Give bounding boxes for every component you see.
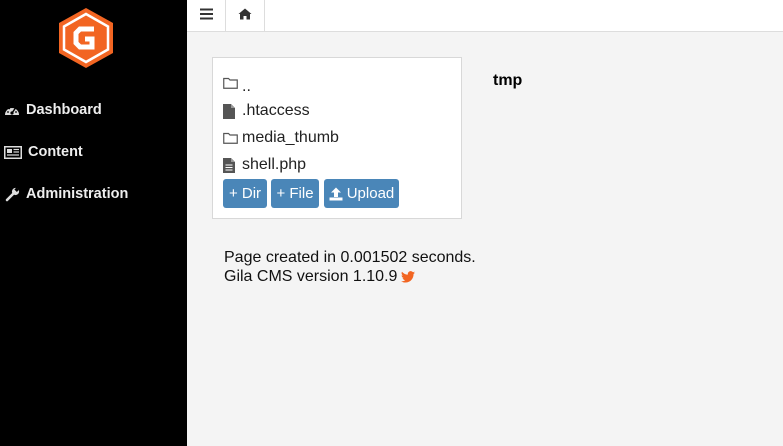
file-entry-name: media_thumb: [242, 129, 339, 146]
sidebar-item-content[interactable]: Content: [0, 137, 187, 167]
content-icon: [2, 145, 24, 159]
sidebar-item-administration[interactable]: Administration: [0, 179, 187, 209]
upload-label: Upload: [346, 185, 395, 202]
sidebar-item-dashboard[interactable]: Dashboard: [0, 95, 187, 125]
dashboard-icon: [2, 103, 22, 117]
upload-icon: [329, 187, 343, 201]
file-browser-panel: .. .htaccess media_thumb shell.php + Dir…: [212, 57, 462, 219]
folder-icon: [223, 77, 239, 89]
menu-icon: [199, 7, 213, 25]
file-entry-shell-php[interactable]: shell.php: [223, 154, 306, 176]
home-button[interactable]: [226, 0, 265, 31]
file-text-icon: [223, 157, 239, 173]
sidebar-item-label: Content: [28, 144, 83, 160]
version-text: Gila CMS version 1.10.9: [224, 268, 398, 285]
folder-icon: [223, 132, 239, 144]
add-file-button[interactable]: + File: [271, 179, 319, 208]
file-entry-media-thumb[interactable]: media_thumb: [223, 127, 339, 149]
upload-button[interactable]: Upload: [324, 179, 399, 208]
file-entry-name: shell.php: [242, 156, 307, 173]
file-entry-name: ..: [242, 78, 251, 95]
sidebar-item-label: Dashboard: [26, 102, 102, 118]
file-entry-name: .htaccess: [242, 102, 310, 119]
version-line: Gila CMS version 1.10.9: [224, 268, 416, 286]
sidebar: Dashboard Content Administration: [0, 0, 187, 446]
add-file-label: + File: [276, 185, 314, 202]
top-bar: [187, 0, 783, 32]
file-icon: [223, 103, 239, 119]
add-dir-button[interactable]: + Dir: [223, 179, 267, 208]
twitter-icon[interactable]: [401, 271, 416, 283]
sidebar-item-label: Administration: [26, 186, 129, 202]
current-path-label: tmp: [493, 72, 523, 89]
file-entry-parent[interactable]: ..: [223, 72, 251, 95]
wrench-icon: [2, 186, 22, 202]
home-icon: [238, 7, 252, 25]
page-created-text: Page created in 0.001502 seconds.: [224, 249, 476, 266]
add-dir-label: + Dir: [228, 185, 262, 202]
gila-logo[interactable]: [56, 7, 116, 69]
file-entry-htaccess[interactable]: .htaccess: [223, 100, 310, 122]
menu-toggle-button[interactable]: [187, 0, 226, 31]
